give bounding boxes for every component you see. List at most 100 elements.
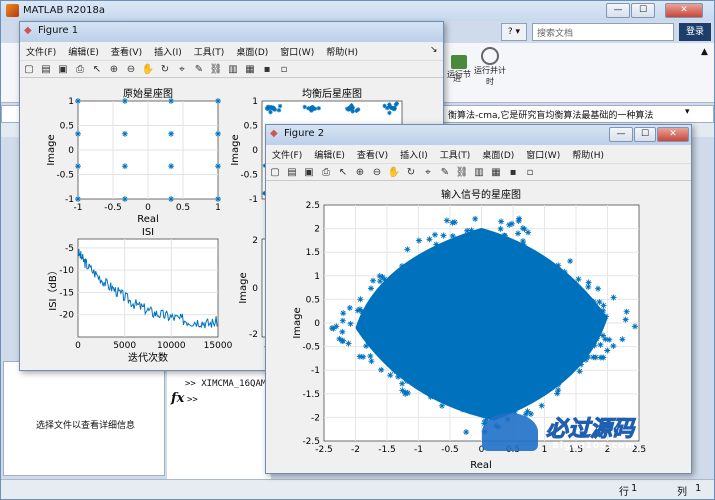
- fig2-minimize-button[interactable]: —: [609, 127, 633, 142]
- outer-point: [519, 225, 526, 232]
- command-window[interactable]: >> XIMCMA_16QAM fx >>: [167, 371, 271, 481]
- ax2-ytick: -1: [249, 195, 258, 205]
- watermark-logo: 必过源码 Bigao100.com: [482, 411, 682, 457]
- menu-edit[interactable]: 编辑(E): [62, 42, 105, 58]
- brush-icon[interactable]: ✎: [438, 166, 452, 180]
- ax4-ylabel: Image: [238, 272, 249, 303]
- zoom-in-icon[interactable]: ⊕: [107, 63, 121, 77]
- figure-icon: ◆: [270, 128, 278, 139]
- main-window-title: MATLAB R2018a: [23, 5, 106, 16]
- rotate-icon[interactable]: ↻: [158, 63, 172, 77]
- menu-insert[interactable]: 插入(I): [394, 145, 434, 161]
- outer-point: [561, 268, 568, 275]
- outer-point: [576, 368, 583, 375]
- current-folder-text: 衡算法-cma,它是研究盲均衡算法最基础的一种算法: [448, 111, 654, 121]
- menu-help[interactable]: 帮助(H): [320, 42, 364, 58]
- f2-ytick: 1: [314, 272, 320, 282]
- f2-yticks: 2.5 2 1.5 1 0.5 0 -0.5 -1 -1.5 -2 -2.5: [302, 201, 320, 447]
- ax1-xtick: -1: [74, 203, 83, 213]
- fig2-close-button[interactable]: ✕: [657, 127, 689, 142]
- figure2-title: Figure 2: [284, 128, 325, 139]
- ax2-yticks: 1 0.5 0 -0.5 -1: [240, 97, 258, 205]
- zoom-out-icon[interactable]: ⊖: [124, 63, 138, 77]
- f2-xtick: -1.5: [378, 445, 396, 455]
- menu-view[interactable]: 查看(V): [351, 145, 394, 161]
- f2-title: 输入信号的星座图: [441, 188, 521, 201]
- print-icon[interactable]: ⎙: [319, 166, 333, 180]
- legend-icon[interactable]: ▦: [243, 63, 257, 77]
- menu-desktop[interactable]: 桌面(D): [476, 145, 520, 161]
- menu-desktop[interactable]: 桌面(D): [230, 42, 274, 58]
- col-value: 1: [695, 483, 702, 494]
- ax3-yticks: -5 -10 -15 -20: [59, 244, 74, 321]
- hide-tools-icon[interactable]: ▪: [506, 166, 520, 180]
- menu-view[interactable]: 查看(V): [105, 42, 148, 58]
- dock-icon[interactable]: ▫: [277, 63, 291, 77]
- outer-point: [600, 302, 607, 309]
- pointer-icon[interactable]: ↖: [90, 63, 104, 77]
- colorbar-icon[interactable]: ▥: [226, 63, 240, 77]
- menu-window[interactable]: 窗口(W): [520, 145, 566, 161]
- zoom-in-icon[interactable]: ⊕: [353, 166, 367, 180]
- pan-icon[interactable]: ✋: [387, 166, 401, 180]
- print-icon[interactable]: ⎙: [73, 63, 87, 77]
- menu-window[interactable]: 窗口(W): [274, 42, 320, 58]
- equalized-point: [349, 103, 354, 108]
- fig2-maximize-button[interactable]: ☐: [634, 127, 656, 142]
- ribbon-run-and-time-button[interactable]: 运行并计时: [473, 47, 507, 87]
- brush-icon[interactable]: ✎: [192, 63, 206, 77]
- close-button[interactable]: ✕: [665, 3, 703, 18]
- figure1-menu-dock-icon[interactable]: ↘: [430, 45, 438, 55]
- open-icon[interactable]: ▤: [39, 63, 53, 77]
- save-icon[interactable]: ▣: [302, 166, 316, 180]
- command-prompt[interactable]: >>: [187, 395, 198, 405]
- new-figure-icon[interactable]: ▢: [268, 166, 282, 180]
- minimize-button[interactable]: —: [606, 3, 630, 18]
- ax1-ytick: 0.5: [60, 122, 74, 132]
- new-figure-icon[interactable]: ▢: [22, 63, 36, 77]
- f2-ytick: -1: [311, 366, 320, 376]
- ax1-ytick: 0: [68, 146, 74, 156]
- equalized-point: [385, 105, 390, 111]
- menu-tools[interactable]: 工具(T): [434, 145, 477, 161]
- search-documentation-input[interactable]: 搜索文档: [532, 23, 674, 41]
- menu-edit[interactable]: 编辑(E): [308, 145, 351, 161]
- menu-file[interactable]: 文件(F): [266, 145, 308, 161]
- link-icon[interactable]: ⛓: [209, 63, 223, 77]
- login-button[interactable]: 登录: [679, 23, 711, 41]
- legend-icon[interactable]: ▦: [489, 166, 503, 180]
- maximize-button[interactable]: ☐: [631, 3, 655, 18]
- hide-tools-icon[interactable]: ▪: [260, 63, 274, 77]
- menu-file[interactable]: 文件(F): [20, 42, 62, 58]
- outer-point: [600, 307, 607, 314]
- dock-icon[interactable]: ▫: [523, 166, 537, 180]
- menu-tools[interactable]: 工具(T): [188, 42, 231, 58]
- fx-icon[interactable]: fx: [171, 391, 184, 406]
- path-dropdown-icon[interactable]: ▾: [685, 107, 690, 117]
- rotate-icon[interactable]: ↻: [404, 166, 418, 180]
- status-bar: 行 1 列 1: [1, 479, 714, 499]
- help-dropdown-button[interactable]: ? ▾: [501, 23, 527, 41]
- ribbon-collapse-icon[interactable]: ▲: [701, 47, 708, 57]
- constellation-point: [215, 98, 221, 104]
- equalized-point: [276, 108, 282, 113]
- main-title-bar: MATLAB R2018a — ☐ ✕: [1, 1, 714, 21]
- pan-icon[interactable]: ✋: [141, 63, 155, 77]
- link-icon[interactable]: ⛓: [455, 166, 469, 180]
- ax2-ytick: 0: [252, 146, 258, 156]
- data-cursor-icon[interactable]: ⌖: [175, 63, 189, 77]
- menu-insert[interactable]: 插入(I): [148, 42, 188, 58]
- menu-help[interactable]: 帮助(H): [566, 145, 610, 161]
- pointer-icon[interactable]: ↖: [336, 166, 350, 180]
- graduation-cap-icon: [482, 413, 538, 451]
- watermark-subtext: Bigao100.com: [552, 441, 636, 451]
- ax3-ytick: -5: [65, 244, 74, 254]
- colorbar-icon[interactable]: ▥: [472, 166, 486, 180]
- run-section-icon: [451, 55, 467, 69]
- open-icon[interactable]: ▤: [285, 166, 299, 180]
- ax3-ytick: -15: [59, 288, 74, 298]
- row-value: 1: [631, 483, 638, 494]
- zoom-out-icon[interactable]: ⊖: [370, 166, 384, 180]
- data-cursor-icon[interactable]: ⌖: [421, 166, 435, 180]
- save-icon[interactable]: ▣: [56, 63, 70, 77]
